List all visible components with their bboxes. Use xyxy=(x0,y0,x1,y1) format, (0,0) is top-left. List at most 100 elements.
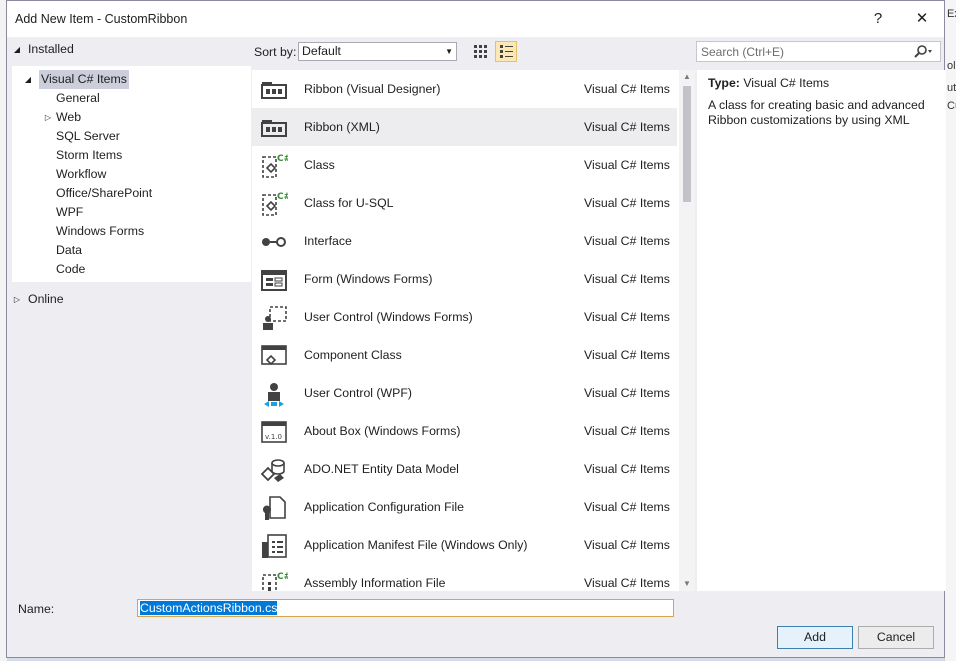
list-item[interactable]: C# Assembly Information File Visual C# I… xyxy=(252,564,677,591)
add-button[interactable]: Add xyxy=(777,626,853,649)
type-label: Type: xyxy=(708,76,740,90)
list-item-selected[interactable]: Ribbon (XML) Visual C# Items xyxy=(252,108,677,146)
tree-node-storm-items[interactable]: Storm Items xyxy=(56,146,122,165)
item-category: Visual C# Items xyxy=(584,272,670,286)
tree-label: Data xyxy=(56,243,82,257)
type-line: Type: Visual C# Items xyxy=(708,76,829,90)
tree-node-office-sharepoint[interactable]: Office/SharePoint xyxy=(56,184,152,203)
component-class-icon xyxy=(261,345,287,366)
background-text: ol xyxy=(947,60,956,72)
name-input-value: CustomActionsRibbon.cs xyxy=(140,601,278,615)
tree-label: General xyxy=(56,91,100,105)
svg-text:C#: C# xyxy=(277,572,288,582)
background-text: ut xyxy=(947,82,956,94)
list-item[interactable]: ADO.NET Entity Data Model Visual C# Item… xyxy=(252,450,677,488)
name-label: Name: xyxy=(18,602,55,616)
grid-view-icon xyxy=(474,45,487,58)
expanded-arrow-icon[interactable]: ◢ xyxy=(11,40,23,59)
tree-label: Visual C# Items xyxy=(39,70,129,89)
svg-text:C#: C# xyxy=(277,192,288,202)
collapsed-arrow-icon[interactable]: ▷ xyxy=(11,290,23,309)
class-icon: C# xyxy=(262,154,288,178)
installed-tree: ◢ Visual C# Items General ▷ Web SQL Serv… xyxy=(12,66,251,282)
name-row: Name: CustomActionsRibbon.cs xyxy=(7,593,944,623)
tree-node-sql-server[interactable]: SQL Server xyxy=(56,127,120,146)
svg-text:C#: C# xyxy=(277,154,288,164)
manifest-file-icon xyxy=(262,534,287,558)
tree-node-web[interactable]: ▷ Web xyxy=(45,108,82,127)
tree-label: Code xyxy=(56,262,86,276)
sort-by-select[interactable]: Default ▼ xyxy=(298,42,457,61)
list-scrollbar[interactable]: ▲ ▼ xyxy=(679,70,695,591)
search-box[interactable]: Search (Ctrl+E) xyxy=(696,41,941,62)
item-name: Class xyxy=(304,158,335,172)
item-name: Application Configuration File xyxy=(304,500,464,514)
about-box-icon: v.1.0 xyxy=(261,421,287,443)
item-category: Visual C# Items xyxy=(584,310,670,324)
tree-label: Web xyxy=(56,110,82,124)
item-name: User Control (WPF) xyxy=(304,386,412,400)
class-usql-icon: C# xyxy=(262,192,288,216)
user-control-wpf-icon xyxy=(264,383,284,407)
medium-icons-view-button[interactable] xyxy=(469,41,491,62)
tree-node-workflow[interactable]: Workflow xyxy=(56,165,106,184)
search-input[interactable]: Search (Ctrl+E) xyxy=(701,45,784,59)
scrollbar-thumb[interactable] xyxy=(683,86,691,202)
tree-node-code[interactable]: Code xyxy=(56,260,85,279)
item-name: Ribbon (XML) xyxy=(304,120,380,134)
list-item[interactable]: C# Class Visual C# Items xyxy=(252,146,677,184)
tree-label: Online xyxy=(28,292,64,306)
tree-label: Storm Items xyxy=(56,148,123,162)
type-value: Visual C# Items xyxy=(743,76,830,90)
tree-label: Workflow xyxy=(56,167,107,181)
tree-label: WPF xyxy=(56,205,84,219)
tree-node-wpf[interactable]: WPF xyxy=(56,203,83,222)
collapsed-arrow-icon[interactable]: ▷ xyxy=(42,108,54,127)
item-description: A class for creating basic and advanced … xyxy=(708,98,925,127)
entity-model-icon xyxy=(260,459,285,482)
list-item[interactable]: Form (Windows Forms) Visual C# Items xyxy=(252,260,677,298)
interface-icon xyxy=(262,237,286,247)
sort-by-label: Sort by: xyxy=(254,45,297,59)
list-item[interactable]: Application Manifest File (Windows Only)… xyxy=(252,526,677,564)
list-item[interactable]: Component Class Visual C# Items xyxy=(252,336,677,374)
cancel-button[interactable]: Cancel xyxy=(858,626,934,649)
close-button[interactable]: ✕ xyxy=(905,7,939,31)
scroll-up-icon[interactable]: ▲ xyxy=(679,70,695,84)
details-pane: Type: Visual C# Items A class for creati… xyxy=(697,70,946,591)
scroll-down-icon[interactable]: ▼ xyxy=(679,577,695,591)
help-button[interactable]: ? xyxy=(861,7,895,31)
item-name: Class for U-SQL xyxy=(304,196,394,210)
item-category: Visual C# Items xyxy=(584,234,670,248)
user-control-icon xyxy=(263,306,287,330)
item-category: Visual C# Items xyxy=(584,462,670,476)
item-category: Visual C# Items xyxy=(584,348,670,362)
tree-node-windows-forms[interactable]: Windows Forms xyxy=(56,222,144,241)
list-item[interactable]: v.1.0 About Box (Windows Forms) Visual C… xyxy=(252,412,677,450)
list-item[interactable]: C# Class for U-SQL Visual C# Items xyxy=(252,184,677,222)
item-name: Assembly Information File xyxy=(304,576,446,590)
list-item[interactable]: User Control (Windows Forms) Visual C# I… xyxy=(252,298,677,336)
expanded-arrow-icon[interactable]: ◢ xyxy=(22,70,34,89)
item-category: Visual C# Items xyxy=(584,500,670,514)
svg-text:v.1.0: v.1.0 xyxy=(265,433,282,441)
tree-node-data[interactable]: Data xyxy=(56,241,82,260)
tree-node-general[interactable]: General xyxy=(56,89,100,108)
item-name: Application Manifest File (Windows Only) xyxy=(304,538,528,552)
tree-label: SQL Server xyxy=(56,129,120,143)
form-icon xyxy=(261,270,287,291)
list-item[interactable]: Ribbon (Visual Designer) Visual C# Items xyxy=(252,70,677,108)
item-category: Visual C# Items xyxy=(584,120,670,134)
background-text: Cu xyxy=(947,100,956,112)
list-item[interactable]: Interface Visual C# Items xyxy=(252,222,677,260)
add-new-item-dialog: Add New Item - CustomRibbon ? ✕ ◢ Instal… xyxy=(6,0,946,658)
name-input[interactable]: CustomActionsRibbon.cs xyxy=(137,599,674,617)
list-item[interactable]: Application Configuration File Visual C#… xyxy=(252,488,677,526)
sort-by-value: Default xyxy=(302,44,341,58)
search-icon[interactable] xyxy=(912,44,934,60)
item-name: About Box (Windows Forms) xyxy=(304,424,461,438)
item-name: Component Class xyxy=(304,348,402,362)
list-item[interactable]: User Control (WPF) Visual C# Items xyxy=(252,374,677,412)
list-view-button[interactable] xyxy=(495,41,517,62)
list-view-icon xyxy=(500,45,513,58)
